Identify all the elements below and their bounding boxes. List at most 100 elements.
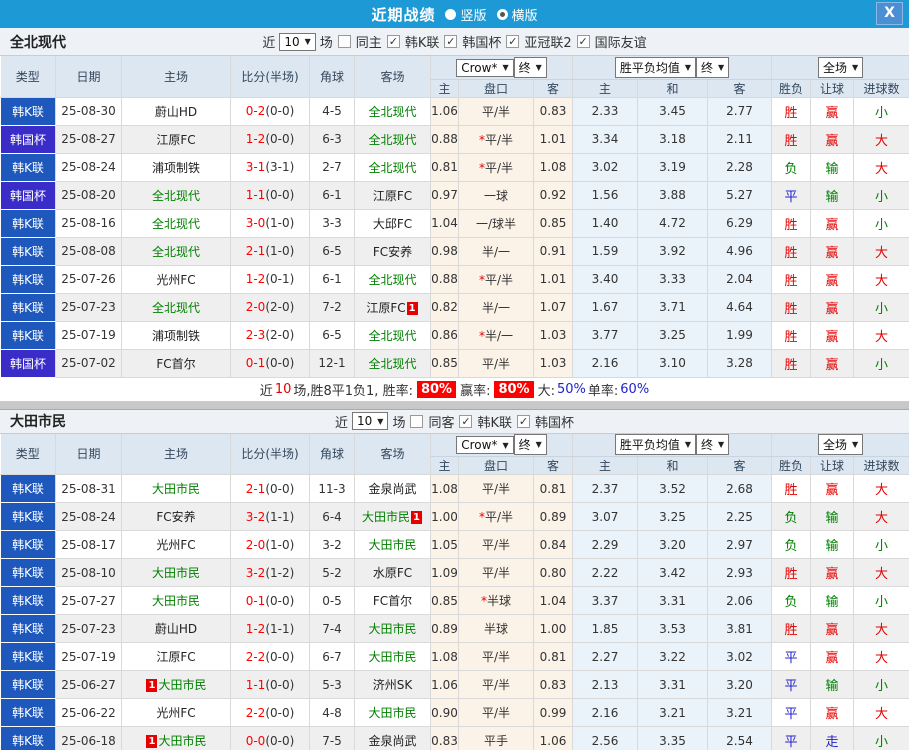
odds-cell: 0.81 xyxy=(533,474,573,503)
avg-odds-cell: 3.33 xyxy=(637,265,708,294)
header-select[interactable]: 全场 ▼ xyxy=(817,56,864,78)
match-date: 25-06-18 xyxy=(55,726,122,750)
avg-odds-cell: 3.21 xyxy=(637,698,708,727)
corner-cell: 4-5 xyxy=(309,97,355,126)
team-name: 全北现代 xyxy=(368,104,417,119)
header-select[interactable]: 胜平负均值 ▼ xyxy=(614,56,697,78)
avg-odds-cell: 2.54 xyxy=(707,726,773,750)
header-select[interactable]: 终 ▼ xyxy=(696,56,730,78)
league-checkbox[interactable]: ✓ xyxy=(576,35,590,48)
home-team-cell: 大田市民 xyxy=(121,586,231,615)
result-cell: 胜 xyxy=(771,614,812,643)
result-cell: 小 xyxy=(853,726,909,750)
radio-horizontal-label[interactable]: 横版 xyxy=(512,5,538,24)
table-row: 韩K联 25-07-19 浦项制铁 2-3(2-0) 6-5 全北现代 0.86 *半/一 1.… xyxy=(0,321,909,350)
radio-vertical-label[interactable]: 竖版 xyxy=(460,5,486,24)
near-label: 近 xyxy=(334,415,348,431)
team-name: 全北现代 xyxy=(151,300,200,315)
league-checkbox[interactable]: ✓ xyxy=(506,35,520,48)
avg-odds-cell: 2.37 xyxy=(572,474,638,503)
odds-cell: 1.06 xyxy=(533,726,573,750)
league-badge: 韩K联 xyxy=(0,726,56,750)
radio-horizontal-layout[interactable] xyxy=(496,8,508,20)
odds-cell: 平/半 xyxy=(458,530,534,559)
chevron-down-icon: ▼ xyxy=(304,37,311,46)
team-name: 全北现代 xyxy=(151,188,200,203)
score-cell: 2-3(2-0) xyxy=(230,321,310,350)
home-team-cell: 1 大田市民 xyxy=(121,726,231,750)
score-cell: 1-1(0-0) xyxy=(230,670,310,699)
score-cell: 1-2(0-1) xyxy=(230,265,310,294)
close-icon[interactable]: X xyxy=(876,2,903,25)
table-row: 韩K联 25-07-26 光州FC 1-2(0-1) 6-1 全北现代 0.88 *平/半 1.… xyxy=(0,265,909,294)
odds-cell: 0.85 xyxy=(430,586,459,615)
games-count-select[interactable]: 10 ▼ xyxy=(352,412,389,430)
header-select[interactable]: 终 ▼ xyxy=(696,434,730,456)
avg-odds-cell: 3.35 xyxy=(637,726,708,750)
corner-cell: 0-5 xyxy=(309,586,355,615)
summary-bar: 近 10 场,胜8平1负1, 胜率: 80% 赢率: 80% 大: 50% 单率: 60% xyxy=(0,377,909,402)
odds-cell: 0.86 xyxy=(430,321,459,350)
header-select[interactable]: 胜平负均值 ▼ xyxy=(614,434,697,456)
away-team-cell: 大邱FC xyxy=(354,209,431,238)
column-subheader: 主 xyxy=(430,456,459,475)
table-row: 韩K联 25-08-16 全北现代 3-0(1-0) 3-3 大邱FC 1.04 一/球半 0.… xyxy=(0,209,909,238)
avg-odds-cell: 3.25 xyxy=(637,502,708,531)
league-checkbox[interactable]: ✓ xyxy=(459,414,473,428)
header-select[interactable]: 全场 ▼ xyxy=(817,434,864,456)
result-cell: 大 xyxy=(853,698,909,727)
home-team-cell: 浦项制铁 xyxy=(121,321,231,350)
team-name: 全北现代 xyxy=(368,132,417,147)
chevron-down-icon: ▼ xyxy=(851,440,859,450)
corner-cell: 6-5 xyxy=(309,237,355,266)
column-header: 主场 xyxy=(121,56,231,98)
team-name: 全北现代 xyxy=(368,356,417,371)
away-team-cell: 金泉尚武 xyxy=(354,474,431,503)
table-row: 韩K联 25-08-24 FC安养 3-2(1-1) 6-4 大田市民 1 1.00 *平/半 0… xyxy=(0,502,909,531)
same-venue-checkbox[interactable] xyxy=(337,35,351,48)
odds-cell: 1.07 xyxy=(533,293,573,322)
near-label: 近 xyxy=(262,36,276,51)
league-checkbox[interactable]: ✓ xyxy=(517,414,530,428)
radio-vertical-layout[interactable] xyxy=(445,8,457,20)
avg-odds-cell: 3.40 xyxy=(572,265,638,294)
header-select[interactable]: Crow* ▼ xyxy=(456,58,514,77)
column-subheader: 进球数 xyxy=(853,456,909,475)
match-date: 25-07-02 xyxy=(55,349,122,378)
league-badge: 韩国杯 xyxy=(0,125,56,154)
result-cell: 赢 xyxy=(810,293,855,322)
league-checkbox[interactable]: ✓ xyxy=(386,35,400,48)
result-cell: 赢 xyxy=(810,698,855,727)
score-cell: 2-0(2-0) xyxy=(230,293,310,322)
column-header: 客场 xyxy=(354,433,431,475)
match-date: 25-08-24 xyxy=(55,153,122,182)
result-cell: 平 xyxy=(771,726,812,750)
corner-cell: 6-1 xyxy=(309,181,355,210)
match-date: 25-06-22 xyxy=(55,698,122,727)
column-header: 类型 xyxy=(0,433,56,475)
odds-cell: 平/半 xyxy=(458,698,534,727)
league-checkbox-label: 韩国杯 xyxy=(462,36,502,51)
chevron-down-icon: ▼ xyxy=(718,440,725,450)
odds-cell: 0.82 xyxy=(430,293,459,322)
odds-cell: 1.06 xyxy=(430,97,459,126)
header-select[interactable]: Crow* ▼ xyxy=(456,436,514,455)
column-header: 客场 xyxy=(354,56,431,98)
header-select[interactable]: 终 ▼ xyxy=(513,56,547,78)
header-select[interactable]: 终 ▼ xyxy=(513,434,547,456)
match-date: 25-08-20 xyxy=(55,181,122,210)
same-venue-checkbox[interactable] xyxy=(410,414,424,428)
summary-part: 50% xyxy=(556,381,586,397)
odds-cell: *半球 xyxy=(458,586,534,615)
summary-part: 近 xyxy=(259,383,273,399)
league-checkbox[interactable]: ✓ xyxy=(444,35,458,48)
games-count-select[interactable]: 10 ▼ xyxy=(279,32,316,51)
team-name: 大田市民 xyxy=(368,538,417,552)
team-name: 浦项制铁 xyxy=(151,160,200,175)
result-cell: 大 xyxy=(853,237,909,266)
odds-cell: 一/球半 xyxy=(458,209,534,238)
avg-odds-cell: 2.25 xyxy=(707,502,773,531)
corner-cell: 4-8 xyxy=(309,698,355,727)
column-subheader: 让球 xyxy=(810,79,855,98)
odds-cell: 0.85 xyxy=(430,349,459,378)
